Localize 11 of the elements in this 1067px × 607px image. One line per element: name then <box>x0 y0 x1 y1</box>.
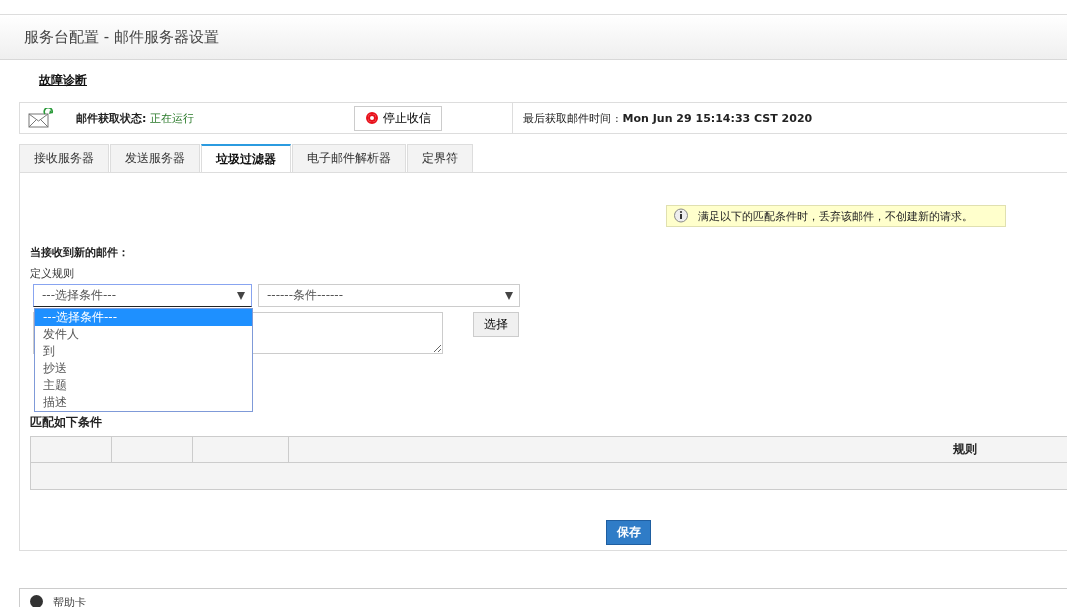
status-value: 正在运行 <box>150 110 195 126</box>
rule-label: 定义规则 <box>30 266 75 281</box>
match-heading: 匹配如下条件 <box>30 414 103 431</box>
info-text: 满足以下的匹配条件时，丢弃该邮件，不创建新的请求。 <box>698 208 973 224</box>
status-label: 邮件获取状态: <box>76 110 147 126</box>
help-card-title: 帮助卡 <box>53 595 86 607</box>
section-heading: 当接收到新的邮件： <box>30 245 130 260</box>
last-fetch-label: 最后获取邮件时间 : <box>523 110 619 126</box>
page-title: 服务台配置 - 邮件服务器设置 <box>24 27 219 47</box>
column-header: 规则 <box>952 441 978 458</box>
last-fetch-time: Mon Jun 29 15:14:33 CST 2020 <box>622 111 813 125</box>
